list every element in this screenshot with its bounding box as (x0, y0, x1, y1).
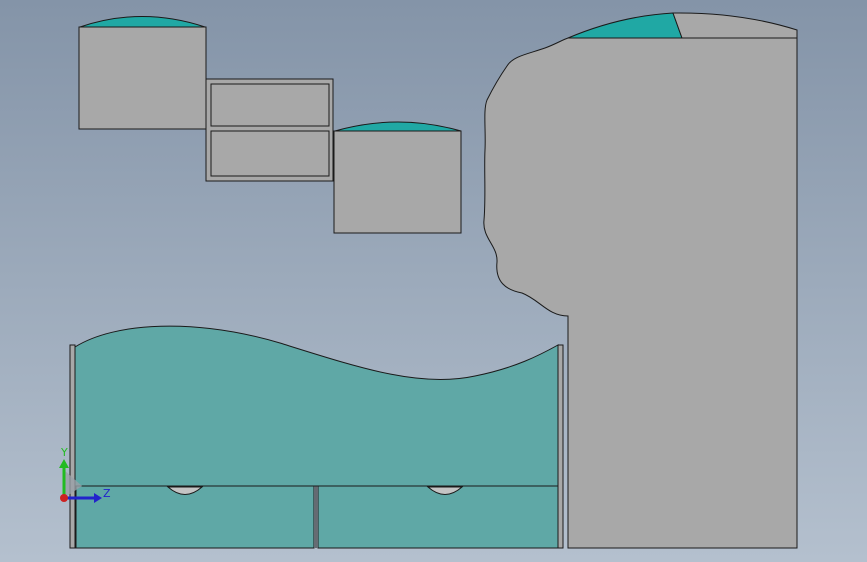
triad-y-arrowhead (59, 459, 69, 468)
bed-right-drawer[interactable] (317, 485, 559, 549)
cad-graphics-viewport[interactable]: Y Z (0, 0, 867, 562)
bed-headboard-wave-panel[interactable] (74, 325, 559, 487)
bed-right-post[interactable] (557, 344, 564, 549)
triad-origin (60, 494, 68, 502)
tall-wardrobe-cap-teal[interactable] (567, 12, 683, 39)
triad-z-label: Z (103, 487, 111, 500)
wall-shelf-upper-opening (210, 83, 330, 127)
model-view-canvas[interactable]: Y Z (0, 0, 867, 562)
middle-cabinet-cap[interactable] (334, 121, 462, 132)
tall-wardrobe-cap-gray[interactable] (672, 12, 798, 39)
middle-cabinet[interactable] (333, 130, 462, 234)
wall-shelf-lower-opening (210, 130, 330, 177)
upper-left-cabinet[interactable] (78, 26, 207, 130)
triad-y-label: Y (60, 446, 68, 459)
upper-left-cabinet-cap[interactable] (79, 16, 206, 28)
bed-left-post[interactable] (69, 344, 76, 549)
bed-left-drawer[interactable] (75, 485, 315, 549)
